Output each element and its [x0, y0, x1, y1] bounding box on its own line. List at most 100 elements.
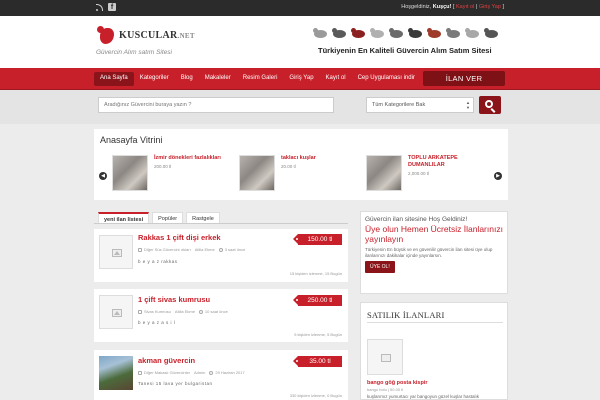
listing-date-text: 29 Haziran 2017: [215, 370, 245, 375]
category-icon: [138, 370, 142, 375]
listing-category-text: Sivas Kumrusu: [144, 309, 171, 314]
clock-icon: [198, 309, 203, 314]
nav-item[interactable]: Makaleler: [199, 72, 237, 86]
for-sale-thumbnail[interactable]: [367, 339, 403, 375]
price-tag: 250.00 tl: [293, 295, 342, 306]
search-input[interactable]: [98, 97, 334, 113]
showcase-section: Anasayfa Vitrini ◀ İzmir dönekleri fazla…: [94, 129, 508, 200]
pigeon-icon: [464, 26, 481, 40]
for-sale-item-name[interactable]: bango göğ posta kispir: [367, 380, 428, 386]
guest-name: Kuşçu!: [432, 4, 452, 10]
greeting-text: Hoşgeldiniz,: [401, 4, 432, 10]
listing-meta: Diğer Süs Güvercini ırkları Atilla Ekme …: [138, 247, 245, 252]
clock-icon: [209, 370, 214, 375]
welcome-heading: Güvercin ilan sitesine Hoş Geldiniz!: [365, 216, 468, 223]
top-bar: f Hoşgeldiniz, Kuşçu! [ Kayıt ol | Giriş…: [0, 0, 600, 16]
pigeon-icon: [407, 26, 424, 40]
pigeon-icon: [369, 26, 386, 40]
tab-popular[interactable]: Popüler: [152, 212, 184, 223]
nav-item[interactable]: Resim Galeri: [237, 72, 284, 86]
pigeon-icon: [350, 26, 367, 40]
for-sale-title: SATILIK İLANLARI: [367, 310, 445, 320]
listing-tabs: yeni ilan listesi Popüler Rastgele: [98, 212, 220, 223]
listing-description: b e y a z rakkas: [138, 259, 178, 264]
category-select-value: Tüm Kategorilere Bak: [372, 102, 426, 108]
listing-thumbnail[interactable]: [99, 235, 133, 269]
listing-thumbnail[interactable]: [99, 356, 133, 390]
listing-title[interactable]: akman güvercin: [138, 356, 195, 365]
select-arrows-icon: ▲ ▼: [466, 100, 470, 110]
showcase-item-name[interactable]: İzmir dönekleri fazlalıkları: [154, 155, 221, 162]
nav-items: Ana Sayfa Kategoriler Blog Makaleler Resim G…: [94, 72, 421, 86]
logo-text: KUSCULAR.NET: [119, 30, 195, 41]
showcase-title: Anasayfa Vitrini: [100, 135, 163, 145]
showcase-item-name[interactable]: taklacı kuşlar: [281, 155, 316, 162]
listing-date: 10 saat önce: [198, 309, 228, 314]
site-tagline: Güvercin Alım satım Sitesi: [96, 49, 172, 56]
bracket-open: [: [452, 4, 455, 10]
welcome-promo: Üye olun Hemen Ücretsiz İlanlarınızı yay…: [365, 224, 503, 244]
listing-author[interactable]: Atilla Ekme: [195, 247, 215, 252]
link-separator: |: [475, 4, 478, 10]
chevron-right-icon[interactable]: ▶: [494, 172, 502, 180]
nav-item[interactable]: Kayıt ol: [320, 72, 352, 86]
pigeon-icon: [312, 26, 329, 40]
pigeon-icon: [331, 26, 348, 40]
chevron-left-icon[interactable]: ◀: [99, 172, 107, 180]
pigeon-icon: [483, 26, 500, 40]
price-tag: 35.00 tl: [293, 356, 342, 367]
nav-item[interactable]: Ana Sayfa: [94, 72, 134, 86]
listing-title[interactable]: 1 çift sivas kumrusu: [138, 295, 210, 304]
showcase-photo[interactable]: [366, 155, 402, 191]
tab-new-listings[interactable]: yeni ilan listesi: [98, 212, 150, 223]
pigeon-logo-icon: [96, 24, 116, 46]
image-placeholder-icon: [381, 354, 391, 362]
pigeon-banner: [312, 26, 500, 40]
listing-author[interactable]: Admin: [194, 370, 205, 375]
listing-thumbnail[interactable]: [99, 295, 133, 329]
logo-main: KUSCULAR: [119, 29, 178, 41]
user-links: Hoşgeldiniz, Kuşçu! [ Kayıt ol | Giriş Y…: [401, 4, 504, 10]
pigeon-icon: [445, 26, 462, 40]
showcase-photo[interactable]: [112, 155, 148, 191]
showcase-photo[interactable]: [239, 155, 275, 191]
register-link[interactable]: Kayıt ol: [456, 4, 474, 10]
category-select[interactable]: Tüm Kategorilere Bak ▲ ▼: [366, 97, 474, 113]
showcase-item-price: 2,000.00 tl: [408, 171, 430, 176]
post-ad-button[interactable]: İLAN VER: [423, 71, 505, 86]
listing-category[interactable]: Sivas Kumrusu: [138, 309, 171, 314]
logo-ext: .NET: [177, 31, 195, 40]
social-links: f: [96, 3, 116, 11]
price-tag: 150.00 tl: [293, 234, 342, 245]
for-sale-divider: [367, 322, 503, 323]
showcase-item-name[interactable]: TOPLU ARKATEPE DUMANLILAR: [408, 155, 468, 169]
listing-card: akman güvercin 35.00 tl Diğer Makaslı Gü…: [94, 350, 348, 400]
search-button[interactable]: [479, 96, 501, 114]
tab-random[interactable]: Rastgele: [186, 212, 220, 223]
nav-item[interactable]: Giriş Yap: [283, 72, 319, 86]
search-area: Tüm Kategorilere Bak ▲▼: [0, 90, 600, 124]
banner-text: Türkiyenin En Kaliteli Güvercin Alım Sat…: [318, 46, 492, 55]
listing-stats: 15 kişiden izlenme, 15 Bugün: [289, 271, 342, 276]
signup-button[interactable]: ÜYE OL!: [365, 261, 395, 273]
tab-divider: [94, 223, 348, 224]
clock-icon: [218, 247, 223, 252]
login-link[interactable]: Giriş Yap: [479, 4, 501, 10]
listing-stats: 330 kişiden izlenme, 0 Bugün: [289, 393, 342, 398]
site-header: KUSCULAR.NET Güvercin Alım satım Sitesi …: [0, 16, 600, 68]
listing-category[interactable]: Diğer Makaslı Güvercinler: [138, 370, 190, 375]
listing-description: b e y a z a s i l: [138, 320, 176, 325]
bracket-close: ]: [502, 4, 504, 10]
nav-item[interactable]: Blog: [175, 72, 199, 86]
listing-category[interactable]: Diğer Süs Güvercini ırkları: [138, 247, 191, 252]
listing-date: 29 Haziran 2017: [209, 370, 245, 375]
listing-author[interactable]: Atilla Ekme: [175, 309, 195, 314]
listing-card: 1 çift sivas kumrusu 250.00 tl Sivas Kum…: [94, 289, 348, 342]
listing-title[interactable]: Rakkas 1 çift dişi erkek: [138, 233, 221, 242]
site-logo[interactable]: KUSCULAR.NET: [96, 24, 195, 46]
nav-item[interactable]: Kategoriler: [134, 72, 175, 86]
rss-icon[interactable]: [96, 3, 104, 11]
listing-description: Tanesi 15 lava yer bulgaristan: [138, 381, 213, 386]
facebook-icon[interactable]: f: [108, 3, 116, 11]
nav-item[interactable]: Cep Uygulaması indir: [352, 72, 421, 86]
